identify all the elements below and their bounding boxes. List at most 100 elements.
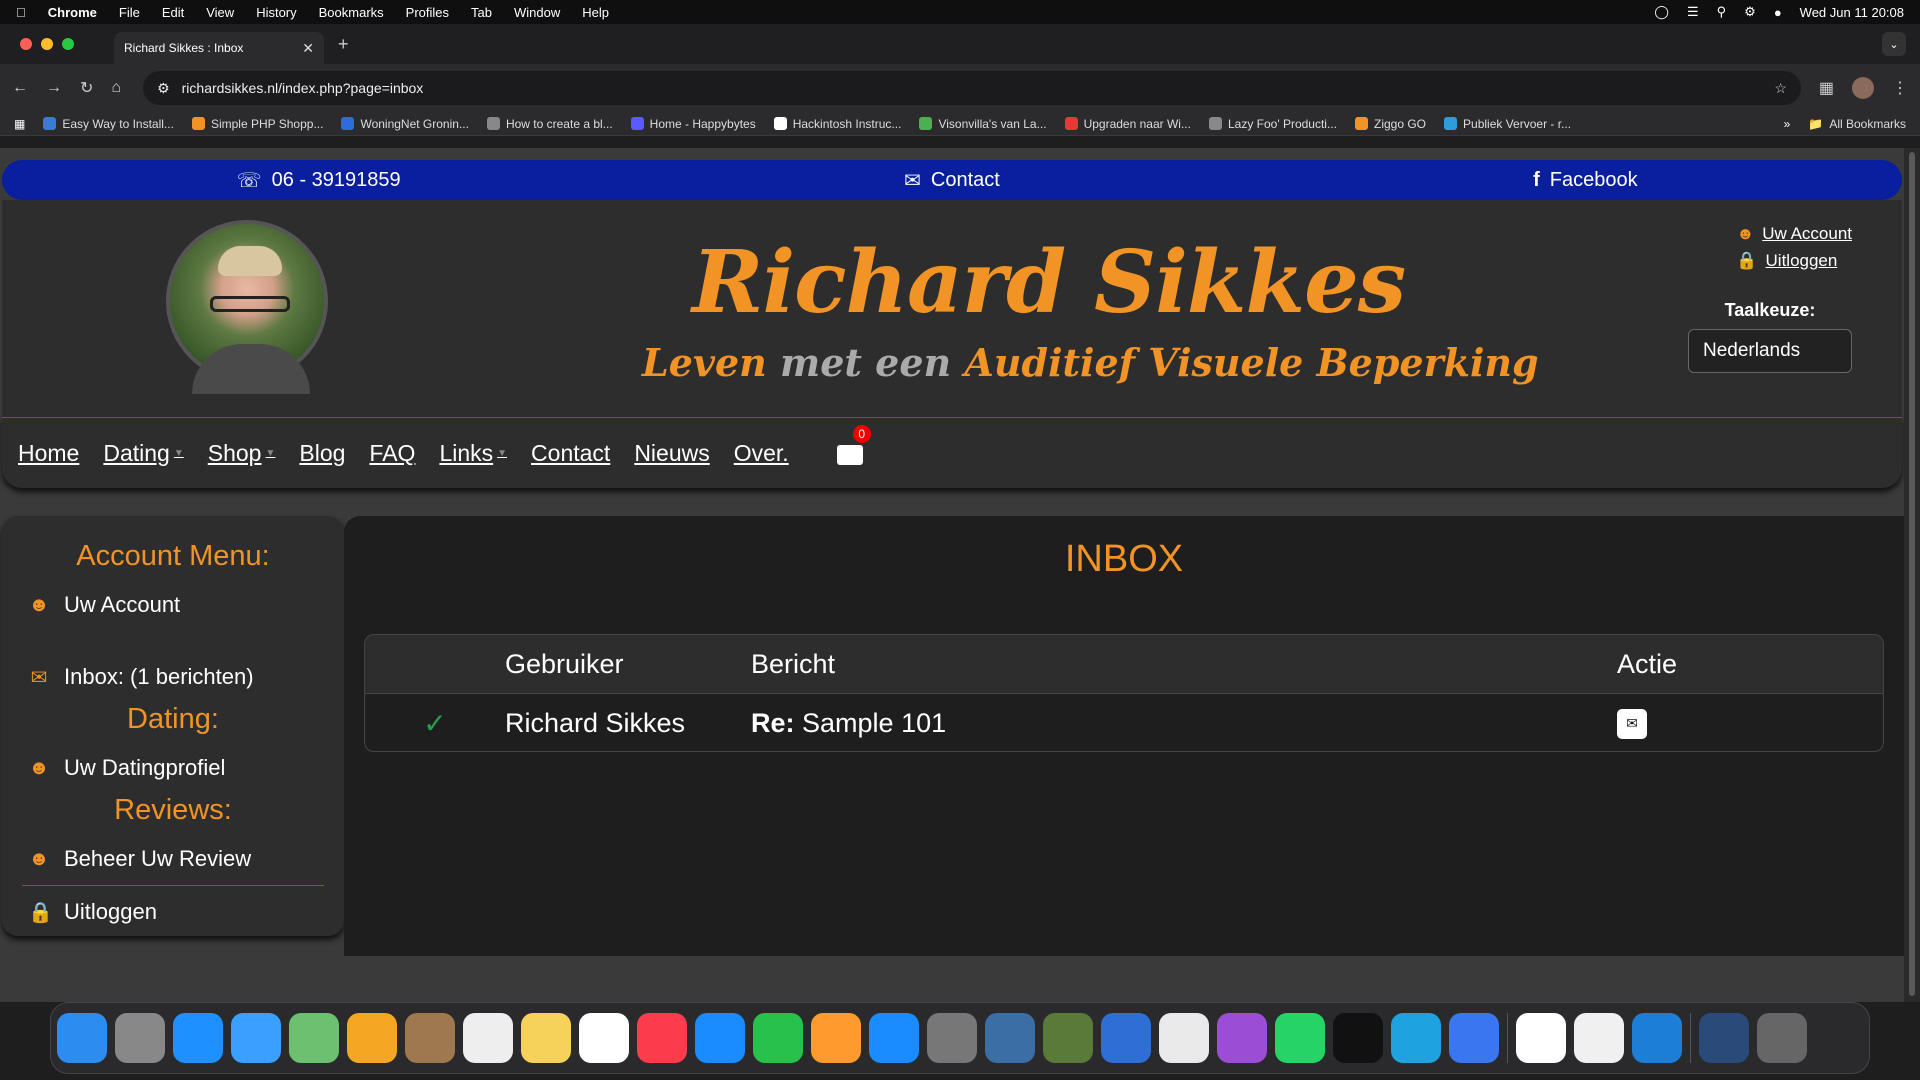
- bookmark-item[interactable]: How to create a bl...: [486, 117, 613, 131]
- bookmark-item[interactable]: Hackintosh Instruc...: [773, 117, 901, 131]
- terminal-icon[interactable]: [1333, 1013, 1383, 1063]
- menubar-history[interactable]: History: [256, 5, 296, 20]
- menubar-window[interactable]: Window: [514, 5, 560, 20]
- nav-home[interactable]: Home: [18, 440, 79, 467]
- zoom-window-button[interactable]: [62, 38, 74, 50]
- virtualbox-icon[interactable]: [985, 1013, 1035, 1063]
- spotlight-icon[interactable]: ⚲: [1717, 4, 1727, 20]
- bookmark-item[interactable]: Lazy Foo' Producti...: [1208, 117, 1337, 131]
- pages-icon[interactable]: [811, 1013, 861, 1063]
- menubar-help[interactable]: Help: [582, 5, 609, 20]
- bookmarks-overflow-icon[interactable]: »: [1784, 117, 1791, 131]
- open-message-button[interactable]: ✉: [1617, 708, 1647, 739]
- reload-icon[interactable]: ↻: [80, 78, 93, 98]
- photos-icon[interactable]: [347, 1013, 397, 1063]
- siri-icon[interactable]: ●: [1774, 5, 1782, 20]
- nav-faq[interactable]: FAQ: [369, 440, 415, 467]
- nav-over[interactable]: Over.: [734, 440, 789, 467]
- maps-icon[interactable]: [289, 1013, 339, 1063]
- bookmark-item[interactable]: Publiek Vervoer - r...: [1444, 117, 1571, 131]
- nav-contact[interactable]: Contact: [531, 440, 610, 467]
- apple-icon[interactable]: : [16, 5, 26, 20]
- minimize-window-button[interactable]: [41, 38, 53, 50]
- page-scrollbar[interactable]: [1904, 148, 1920, 1002]
- keynote-icon[interactable]: [695, 1013, 745, 1063]
- shield-icon[interactable]: ◯: [1654, 4, 1669, 20]
- calendar-icon[interactable]: [1516, 1013, 1566, 1063]
- menubar-app-name[interactable]: Chrome: [48, 5, 97, 20]
- thunderbird-icon[interactable]: [1101, 1013, 1151, 1063]
- language-select[interactable]: Nederlands: [1688, 329, 1852, 373]
- system-settings-icon[interactable]: [927, 1013, 977, 1063]
- address-bar[interactable]: ⚙ richardsikkes.nl/index.php?page=inbox …: [143, 71, 1801, 105]
- music-icon[interactable]: [637, 1013, 687, 1063]
- contacts-icon[interactable]: [405, 1013, 455, 1063]
- launchpad-icon[interactable]: [115, 1013, 165, 1063]
- shopping-bag-icon[interactable]: 0: [836, 425, 871, 465]
- extensions-icon[interactable]: ▦: [1819, 78, 1834, 98]
- safari-icon[interactable]: [173, 1013, 223, 1063]
- profile-avatar[interactable]: [1852, 77, 1874, 99]
- header-account-link[interactable]: ☻ Uw Account: [1736, 220, 1852, 247]
- contact-link[interactable]: ✉ Contact: [635, 168, 1268, 193]
- app-store-icon[interactable]: [869, 1013, 919, 1063]
- control-center-icon[interactable]: ⚙: [1744, 4, 1756, 20]
- bookmark-star-icon[interactable]: ☆: [1774, 80, 1787, 97]
- finder-icon[interactable]: [57, 1013, 107, 1063]
- more-menu-icon[interactable]: ⋮: [1892, 78, 1908, 98]
- home-icon[interactable]: ⌂: [111, 79, 121, 97]
- chrome-icon[interactable]: [1159, 1013, 1209, 1063]
- numbers-icon[interactable]: [753, 1013, 803, 1063]
- menubar-tab[interactable]: Tab: [471, 5, 492, 20]
- forward-arrow-icon[interactable]: →: [46, 79, 62, 97]
- wifi-icon[interactable]: ☰: [1687, 4, 1699, 20]
- menubar-bookmarks[interactable]: Bookmarks: [319, 5, 384, 20]
- bookmark-item[interactable]: Simple PHP Shopp...: [191, 117, 323, 131]
- sidebar-item-beheer-review[interactable]: ☻ Beheer Uw Review: [2, 837, 344, 881]
- podcasts-icon[interactable]: [1217, 1013, 1267, 1063]
- document-icon[interactable]: [1699, 1013, 1749, 1063]
- header-logout-link[interactable]: 🔒 Uitloggen: [1736, 247, 1852, 274]
- trash-icon[interactable]: [1757, 1013, 1807, 1063]
- menubar-profiles[interactable]: Profiles: [406, 5, 449, 20]
- table-row[interactable]: ✓ Richard Sikkes Re: Sample 101 ✉: [365, 693, 1883, 751]
- nav-dating[interactable]: Dating ▼: [103, 440, 183, 467]
- browser-tab-active[interactable]: Richard Sikkes : Inbox ✕: [114, 32, 324, 64]
- close-window-button[interactable]: [20, 38, 32, 50]
- facebook-link[interactable]: f Facebook: [1269, 169, 1902, 192]
- menubar-file[interactable]: File: [119, 5, 140, 20]
- tab-search-chevron-icon[interactable]: ⌄: [1882, 32, 1906, 56]
- sidebar-item-uitloggen[interactable]: 🔒 Uitloggen: [2, 890, 344, 934]
- phone-link[interactable]: ☏ 06 - 39191859: [2, 168, 635, 193]
- bookmark-item[interactable]: Visonvilla's van La...: [919, 117, 1047, 131]
- game-app-icon[interactable]: [1043, 1013, 1093, 1063]
- menubar-view[interactable]: View: [206, 5, 234, 20]
- menubar-edit[interactable]: Edit: [162, 5, 184, 20]
- nav-shop[interactable]: Shop ▼: [208, 440, 276, 467]
- bookmark-item[interactable]: Upgraden naar Wi...: [1064, 117, 1191, 131]
- nav-nieuws[interactable]: Nieuws: [634, 440, 709, 467]
- notes-icon[interactable]: [521, 1013, 571, 1063]
- whatsapp-icon[interactable]: [1275, 1013, 1325, 1063]
- new-tab-button[interactable]: +: [338, 34, 349, 55]
- message-subject[interactable]: Re: Sample 101: [751, 708, 1617, 739]
- mail-icon[interactable]: [231, 1013, 281, 1063]
- textedit-icon[interactable]: [1574, 1013, 1624, 1063]
- site-settings-icon[interactable]: ⚙: [157, 80, 170, 97]
- apps-grid-icon[interactable]: ▦: [14, 117, 25, 131]
- xcode-icon[interactable]: [1632, 1013, 1682, 1063]
- bookmark-item[interactable]: Home - Happybytes: [630, 117, 756, 131]
- sidebar-item-datingprofiel[interactable]: ☻ Uw Datingprofiel: [2, 746, 344, 790]
- reminders-icon[interactable]: [463, 1013, 513, 1063]
- nav-links[interactable]: Links ▼: [439, 440, 507, 467]
- bookmark-item[interactable]: WoningNet Gronin...: [341, 117, 469, 131]
- signal-icon[interactable]: [1449, 1013, 1499, 1063]
- kodi-icon[interactable]: [1391, 1013, 1441, 1063]
- nav-blog[interactable]: Blog: [299, 440, 345, 467]
- sidebar-item-inbox[interactable]: ✉ Inbox: (1 berichten): [2, 655, 344, 699]
- close-tab-icon[interactable]: ✕: [302, 40, 314, 57]
- back-arrow-icon[interactable]: ←: [12, 79, 28, 97]
- freeform-icon[interactable]: [579, 1013, 629, 1063]
- bookmark-item[interactable]: Ziggo GO: [1354, 117, 1426, 131]
- bookmark-item[interactable]: Easy Way to Install...: [43, 117, 174, 131]
